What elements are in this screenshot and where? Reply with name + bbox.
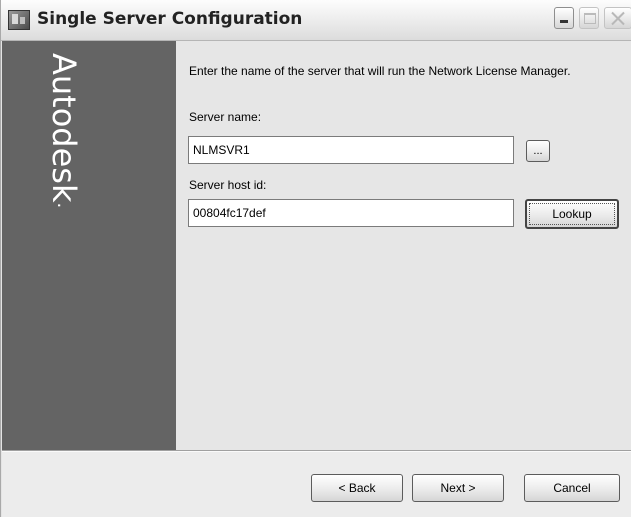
server-name-input[interactable] <box>188 136 514 164</box>
brand-text: Autodesk <box>45 53 83 203</box>
server-host-id-label: Server host id: <box>189 178 267 192</box>
browse-button[interactable]: ... <box>526 140 550 162</box>
maximize-icon[interactable] <box>579 7 599 29</box>
brand-sidebar: Autodesk· <box>2 41 176 450</box>
minimize-icon[interactable] <box>554 7 574 29</box>
title-bar[interactable]: Single Server Configuration <box>1 0 631 41</box>
server-name-label: Server name: <box>189 110 262 124</box>
dialog-window: Single Server Configuration Autodesk· En… <box>0 0 631 517</box>
cancel-button[interactable]: Cancel <box>524 474 620 502</box>
button-bar: < Back Next > Cancel <box>2 452 631 517</box>
intro-text: Enter the name of the server that will r… <box>189 64 571 78</box>
brand-logo: Autodesk· <box>45 53 86 253</box>
lookup-button-label: Lookup <box>529 203 615 225</box>
back-button[interactable]: < Back <box>311 474 403 502</box>
app-icon <box>8 10 30 30</box>
main-panel: Enter the name of the server that will r… <box>176 41 631 450</box>
brand-mark: · <box>48 202 69 209</box>
close-icon[interactable] <box>604 7 631 29</box>
lookup-button[interactable]: Lookup <box>525 199 619 229</box>
window-title: Single Server Configuration <box>37 9 303 29</box>
next-button[interactable]: Next > <box>412 474 504 502</box>
server-host-id-input[interactable] <box>188 199 514 227</box>
